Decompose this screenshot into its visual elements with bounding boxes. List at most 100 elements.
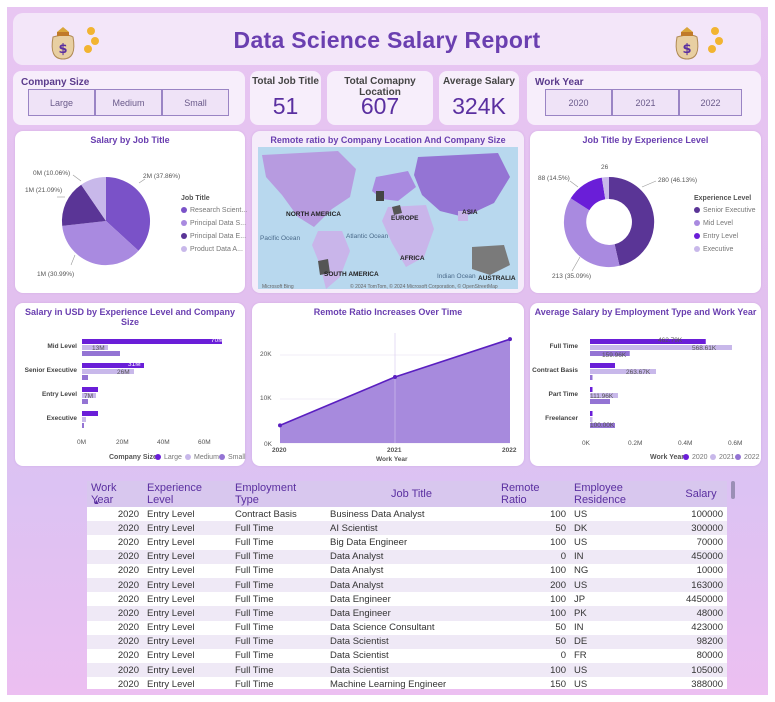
table-row[interactable]: 2020 Entry Level Full Time Data Scientist 10… [87,663,727,678]
column-header-work-year[interactable]: Work Year ▲ [87,481,143,507]
table-cell: Full Time [235,536,274,548]
table-row[interactable]: 2020 Entry Level Full Time Data Scientist 0 F… [87,648,727,664]
slicer-option-2022[interactable]: 2022 [679,89,742,116]
area-point[interactable] [278,423,282,428]
table-cell: 100 [550,607,566,619]
legend-label: Principal Data E... [190,233,247,240]
column-header-experience-level[interactable]: Experience Level [143,481,231,507]
world-map[interactable] [258,147,518,289]
legend-dot-icon [694,246,700,253]
table-row[interactable]: 2020 Entry Level Full Time Big Data Enginee… [87,535,727,550]
table-cell: Entry Level [147,622,195,634]
report-title: Data Science Salary Report [233,27,541,53]
slicer-option-large[interactable]: Large [28,89,95,116]
table-scrollbar[interactable] [731,481,735,499]
legend-item[interactable]: Executive [694,246,733,253]
legend-item[interactable]: Principal Data S... [181,220,246,227]
column-header-employment-type[interactable]: Employment Type [231,481,326,507]
bar-entry-level-large[interactable] [82,387,98,392]
column-header-remote-ratio[interactable]: Remote Ratio [497,481,570,507]
legend-item[interactable]: Medium [185,454,219,461]
table-cell: JP [574,593,586,605]
table-cell: Data Scientist [330,664,389,676]
table-row[interactable]: 2020 Entry Level Full Time Machine Learning… [87,677,727,689]
legend-label: Large [164,454,182,461]
bar-full-time-2020[interactable] [590,339,706,344]
slicer-option-medium[interactable]: Medium [95,89,162,116]
table-cell: Entry Level [147,536,195,548]
table-cell: Data Analyst [330,565,384,577]
legend-item[interactable]: Small [219,454,246,461]
pie-data-label: 2M (37.86%) [143,173,181,180]
bar-data-label: 7M [84,393,94,400]
table-cell: 300000 [691,522,723,534]
bar-senior-executive-small[interactable] [82,375,88,380]
table-cell: NG [574,565,589,577]
legend-dot-icon [710,454,716,461]
bar-contract-basis-2022[interactable] [590,375,593,380]
legend-item[interactable]: 2020 [683,454,708,461]
legend-item[interactable]: Entry Level [694,233,738,240]
column-header-employee-residence[interactable]: Employee Residence [570,481,675,507]
slicer-option-small[interactable]: Small [162,89,229,116]
legend-item[interactable]: 2022 [735,454,760,461]
legend-label: Small [228,454,246,461]
column-header-salary[interactable]: Salary [675,481,727,507]
table-cell: Full Time [235,622,274,634]
area-point[interactable] [508,337,512,342]
bar-part-time-2020[interactable] [590,387,593,392]
slicer-option-2020[interactable]: 2020 [545,89,612,116]
table-row[interactable]: 2020 Entry Level Full Time Data Engineer 100… [87,606,727,621]
table-cell: DK [574,522,588,534]
table-row[interactable]: 2020 Entry Level Full Time Data Scientist 50… [87,634,727,649]
map-label: AUSTRALIA [478,275,516,282]
table-cell: 450000 [691,551,723,563]
table-row[interactable]: 2020 Entry Level Contract Basis Business Da… [87,507,727,522]
remote-ratio-area-chart[interactable] [252,303,524,466]
slicer-title: Company Size [21,77,90,88]
table-cell: 2020 [117,664,139,676]
employment-bar-chart[interactable] [530,303,761,466]
map-label: SOUTH AMERICA [324,271,379,278]
bar-executive-large[interactable] [82,411,98,416]
legend-item[interactable]: Principal Data E... [181,233,246,240]
table-cell: 2020 [117,536,139,548]
table-row[interactable]: 2020 Entry Level Full Time Data Analyst 200 U… [87,577,727,593]
salary-by-job-title-card: Salary by Job Title 2M (37.86%) 1M (30.9… [15,131,247,293]
slicer-option-2021[interactable]: 2021 [612,89,679,116]
area-point[interactable] [393,375,397,379]
column-header-job-title[interactable]: Job Title [326,481,497,507]
table-row[interactable]: 2020 Entry Level Full Time Data Analyst 100 N… [87,563,727,578]
legend-dot-icon [155,454,161,461]
table-cell: US [574,678,588,689]
table-cell: US [574,536,588,548]
bar-executive-small[interactable] [82,423,84,428]
table-cell: 150 [550,678,566,689]
legend-item[interactable]: Product Data A... [181,246,243,253]
table-cell: 50 [555,522,566,534]
map-label: Indian Ocean [437,273,476,280]
work-year-slicer: Work Year 2020 2021 2022 [527,71,761,125]
bar-freelancer-2020[interactable] [590,411,593,416]
table-cell: Data Analyst [330,579,384,591]
table-row[interactable]: 2020 Entry Level Full Time Data Analyst 0 IN 4… [87,549,727,564]
table-row[interactable]: 2020 Entry Level Full Time AI Scientist 50 DK… [87,521,727,536]
table-cell: Entry Level [147,565,195,577]
table-cell: Big Data Engineer [330,536,408,548]
map-attribution: © 2024 TomTom, © 2024 Microsoft Corporat… [350,284,498,290]
table-cell: Entry Level [147,579,195,591]
table-cell: Full Time [235,565,274,577]
table-cell: 70000 [696,536,723,548]
table-cell: Entry Level [147,650,195,662]
bar-mid-level-large[interactable] [82,339,222,344]
legend-item[interactable]: Senior Executive [694,207,756,214]
table-row[interactable]: 2020 Entry Level Full Time Data Science Con… [87,620,727,635]
table-row[interactable]: 2020 Entry Level Full Time Data Engineer 100… [87,592,727,607]
legend-item[interactable]: Large [155,454,182,461]
bar-executive-medium[interactable] [82,417,86,422]
legend-item[interactable]: Research Scient... [181,207,247,214]
table-cell: Full Time [235,664,274,676]
legend-item[interactable]: 2021 [710,454,735,461]
bar-contract-basis-2020[interactable] [590,363,615,368]
legend-item[interactable]: Mid Level [694,220,733,227]
